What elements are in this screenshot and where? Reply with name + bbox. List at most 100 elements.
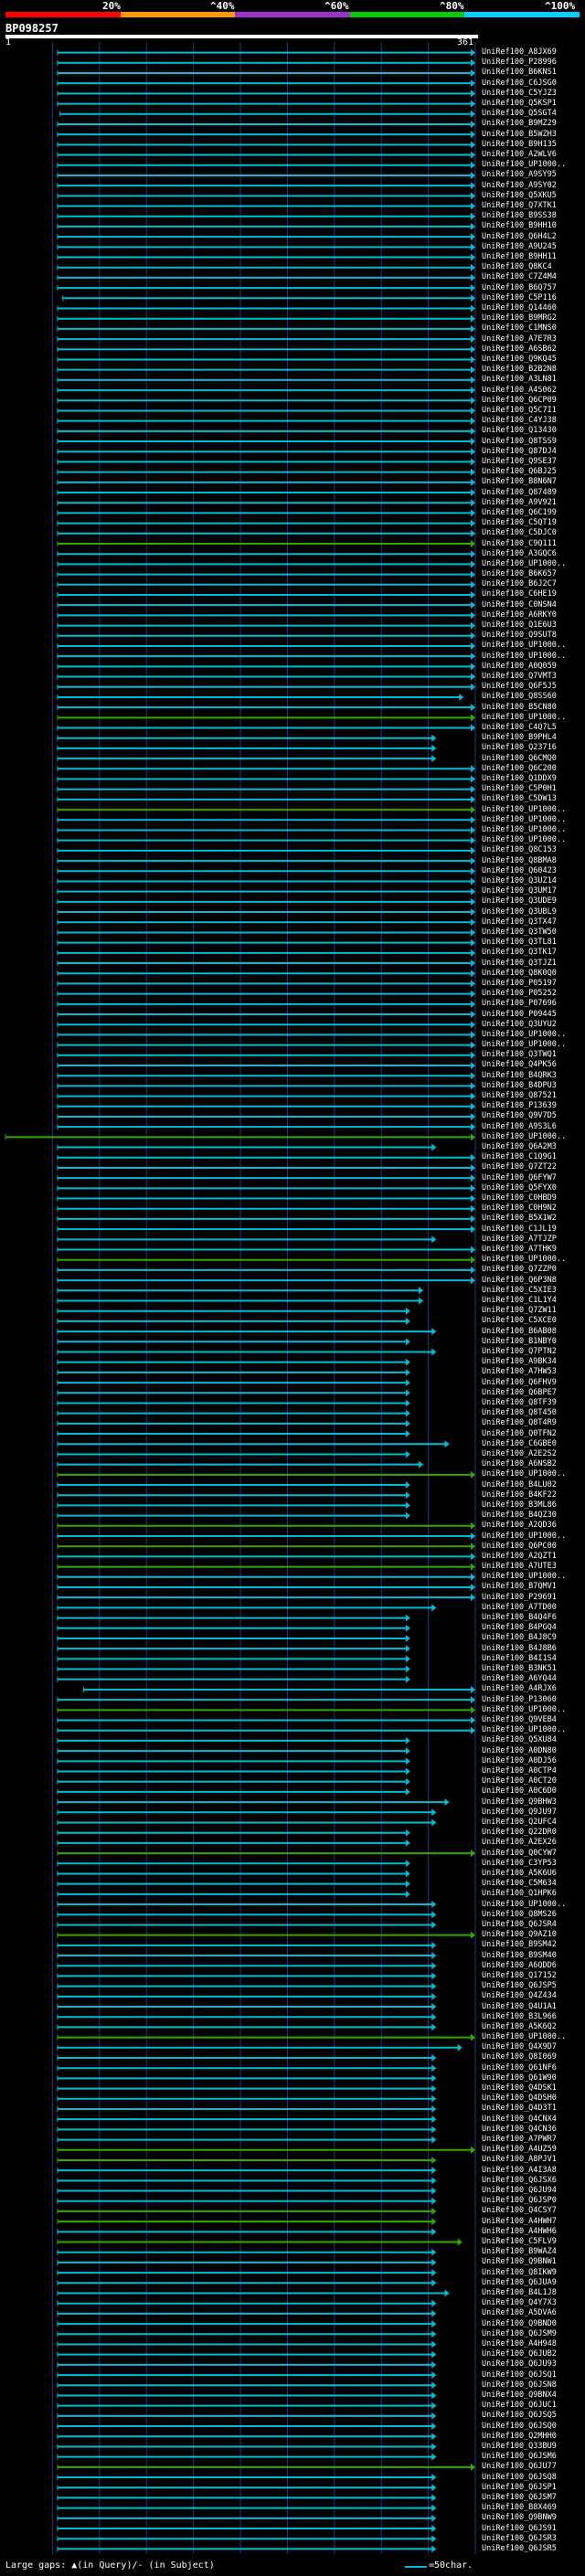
hit-label[interactable]: UniRef100_Q61W90 xyxy=(482,2073,557,2083)
hit-bar[interactable] xyxy=(57,611,475,620)
hit-label[interactable]: UniRef100_Q6CMQ0 xyxy=(482,754,557,763)
hit-bar[interactable] xyxy=(57,69,475,77)
hit-bar[interactable] xyxy=(57,918,475,927)
hit-bar[interactable] xyxy=(57,775,475,783)
hit-bar[interactable] xyxy=(57,1992,437,2000)
hit-label[interactable]: UniRef100_Q8KC4 xyxy=(482,263,552,271)
hit-bar[interactable] xyxy=(57,1860,410,1868)
hit-bar[interactable] xyxy=(57,253,475,261)
hit-label[interactable]: UniRef100_A3LN81 xyxy=(482,376,557,384)
hit-label[interactable]: UniRef100_Q87521 xyxy=(482,1092,557,1100)
hit-label[interactable]: UniRef100_B4QZ30 xyxy=(482,1511,557,1520)
hit-bar[interactable] xyxy=(57,1328,437,1336)
hit-label[interactable]: UniRef100_Q9BNW9 xyxy=(482,2514,557,2522)
hit-label[interactable]: UniRef100_Q7ZW11 xyxy=(482,1307,557,1315)
hit-bar[interactable] xyxy=(57,1901,437,1909)
hit-bar[interactable] xyxy=(59,110,475,118)
hit-label[interactable]: UniRef100_B5WZH3 xyxy=(482,130,557,139)
hit-bar[interactable] xyxy=(57,857,475,865)
hit-label[interactable]: UniRef100_B9SM40 xyxy=(482,1951,557,1960)
hit-bar[interactable] xyxy=(57,826,475,834)
hit-label[interactable]: UniRef100_Q4D3T1 xyxy=(482,2104,557,2113)
hit-bar[interactable] xyxy=(57,1850,475,1858)
hit-bar[interactable] xyxy=(57,570,475,578)
hit-label[interactable]: UniRef100_UP1000.. xyxy=(482,805,566,814)
hit-bar[interactable] xyxy=(57,182,475,190)
hit-label[interactable]: UniRef100_A0CTP4 xyxy=(482,1767,557,1776)
hit-bar[interactable] xyxy=(57,438,475,446)
hit-label[interactable]: UniRef100_Q8IKW9 xyxy=(482,2268,557,2277)
hit-label[interactable]: UniRef100_B7QMV1 xyxy=(482,1583,557,1591)
hit-bar[interactable] xyxy=(57,949,475,957)
hit-bar[interactable] xyxy=(57,2514,437,2522)
hit-bar[interactable] xyxy=(57,120,475,128)
hit-bar[interactable] xyxy=(57,590,475,599)
hit-label[interactable]: UniRef100_B6Q757 xyxy=(482,283,557,292)
hit-bar[interactable] xyxy=(57,1870,410,1878)
hit-label[interactable]: UniRef100_Q13430 xyxy=(482,427,557,435)
hit-label[interactable]: UniRef100_Q87DJ4 xyxy=(482,447,557,456)
hit-bar[interactable] xyxy=(57,1645,410,1653)
hit-bar[interactable] xyxy=(57,2156,437,2164)
hit-label[interactable]: UniRef100_B1NBY0 xyxy=(482,1337,557,1346)
hit-label[interactable]: UniRef100_C5XIE3 xyxy=(482,1286,557,1295)
hit-label[interactable]: UniRef100_C1Q9G1 xyxy=(482,1153,557,1161)
hit-label[interactable]: UniRef100_Q8TSS9 xyxy=(482,437,557,446)
hit-label[interactable]: UniRef100_Q6JU93 xyxy=(482,2360,557,2369)
hit-bar[interactable] xyxy=(57,376,475,384)
hit-label[interactable]: UniRef100_Q6JSR5 xyxy=(482,2544,557,2553)
hit-label[interactable]: UniRef100_UP1000.. xyxy=(482,815,566,824)
hit-bar[interactable] xyxy=(57,478,475,486)
hit-label[interactable]: UniRef100_B4QRK3 xyxy=(482,1071,557,1080)
hit-bar[interactable] xyxy=(57,519,475,527)
hit-bar[interactable] xyxy=(57,58,475,67)
hit-label[interactable]: UniRef100_A8PJV1 xyxy=(482,2156,557,2164)
hit-label[interactable]: UniRef100_Q3UBL9 xyxy=(482,907,557,917)
hit-bar[interactable] xyxy=(57,938,475,947)
hit-bar[interactable] xyxy=(57,192,475,200)
hit-bar[interactable] xyxy=(57,1031,475,1039)
hit-label[interactable]: UniRef100_Q2UFC4 xyxy=(482,1818,557,1827)
hit-label[interactable]: UniRef100_Q6FHV9 xyxy=(482,1378,557,1387)
hit-label[interactable]: UniRef100_C3YP53 xyxy=(482,1859,557,1868)
hit-bar[interactable] xyxy=(57,1563,475,1571)
hit-label[interactable]: UniRef100_Q6JSM6 xyxy=(482,2453,557,2461)
hit-label[interactable]: UniRef100_A2E2S2 xyxy=(482,1449,557,1458)
hit-label[interactable]: UniRef100_Q6JSP1 xyxy=(482,2483,557,2492)
hit-label[interactable]: UniRef100_A9SY95 xyxy=(482,171,557,179)
hit-label[interactable]: UniRef100_Q3UZ14 xyxy=(482,876,557,885)
hit-bar[interactable] xyxy=(57,345,475,354)
hit-label[interactable]: UniRef100_UP1000.. xyxy=(482,1041,566,1049)
hit-bar[interactable] xyxy=(57,1962,437,1970)
hit-bar[interactable] xyxy=(57,990,475,998)
hit-bar[interactable] xyxy=(57,1450,410,1458)
hit-bar[interactable] xyxy=(57,1358,410,1366)
hit-label[interactable]: UniRef100_Q2MHH0 xyxy=(482,2432,557,2441)
hit-bar[interactable] xyxy=(57,928,475,937)
hit-bar[interactable] xyxy=(57,468,475,476)
hit-label[interactable]: UniRef100_Q9BNX4 xyxy=(482,2390,557,2400)
hit-bar[interactable] xyxy=(57,1614,410,1622)
hit-label[interactable]: UniRef100_A7HW53 xyxy=(482,1368,557,1376)
hit-label[interactable]: UniRef100_Q1HPK6 xyxy=(482,1890,557,1898)
hit-label[interactable]: UniRef100_C5P116 xyxy=(482,293,557,302)
hit-label[interactable]: UniRef100_Q3TX47 xyxy=(482,917,557,927)
hit-label[interactable]: UniRef100_Q4DSH0 xyxy=(482,2094,557,2103)
hit-label[interactable]: UniRef100_B4LU02 xyxy=(482,1480,557,1489)
hit-label[interactable]: UniRef100_B3L966 xyxy=(482,2012,557,2021)
hit-bar[interactable] xyxy=(57,1818,437,1827)
hit-bar[interactable] xyxy=(57,1911,437,1919)
hit-label[interactable]: UniRef100_A0Q059 xyxy=(482,662,557,671)
hit-bar[interactable] xyxy=(57,2013,437,2021)
hit-label[interactable]: UniRef100_Q3UDE9 xyxy=(482,897,557,906)
hit-label[interactable]: UniRef100_UP1000.. xyxy=(482,652,566,661)
hit-label[interactable]: UniRef100_UP1000.. xyxy=(482,836,566,844)
hit-bar[interactable] xyxy=(57,1399,410,1407)
hit-bar[interactable] xyxy=(57,1921,437,1929)
hit-bar[interactable] xyxy=(57,652,475,661)
hit-bar[interactable] xyxy=(57,2433,437,2441)
hit-label[interactable]: UniRef100_A2QD36 xyxy=(482,1521,557,1530)
hit-label[interactable]: UniRef100_UP1000.. xyxy=(482,1030,566,1039)
hit-label[interactable]: UniRef100_Q4CNX4 xyxy=(482,2115,557,2124)
hit-label[interactable]: UniRef100_Q8T4R9 xyxy=(482,1419,557,1427)
